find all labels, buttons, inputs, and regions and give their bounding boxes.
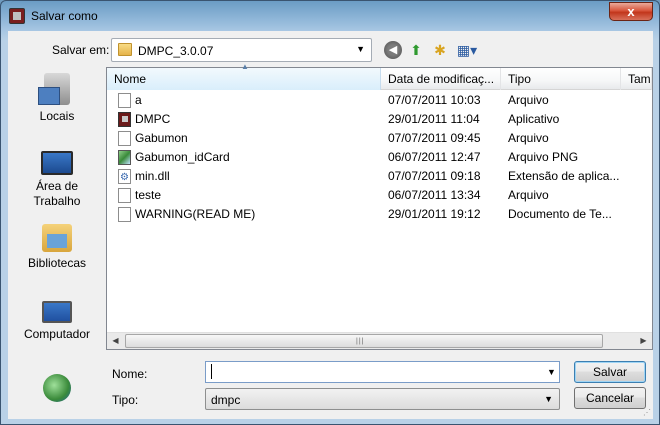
file-name: min.dll (135, 169, 170, 183)
place-label: Bibliotecas (27, 256, 87, 270)
file-date: 07/07/2011 09:45 (388, 131, 481, 145)
scroll-right-icon[interactable]: ▶ (635, 333, 652, 349)
file-icon (118, 131, 131, 146)
filetype-label: Tipo: (112, 393, 139, 407)
lookin-label: Salvar em: (52, 43, 110, 57)
file-date: 29/01/2011 19:12 (388, 207, 481, 221)
new-folder-icon[interactable]: ✱ (431, 41, 449, 59)
place-label: Locais (39, 109, 75, 123)
filetype-select[interactable]: dmpc ▼ (205, 388, 560, 410)
file-type: Arquivo (508, 188, 549, 202)
application-icon (118, 112, 131, 127)
place-network[interactable] (8, 374, 106, 406)
file-row[interactable]: Gabumon 07/07/2011 09:45 Arquivo (107, 129, 652, 148)
column-header-date[interactable]: Data de modificaç... (381, 68, 501, 90)
place-computer[interactable]: Computador (8, 301, 106, 341)
file-row[interactable]: min.dll 07/07/2011 09:18 Extensão de apl… (107, 167, 652, 187)
horizontal-scrollbar[interactable]: ◀ ||| ▶ (107, 332, 652, 349)
file-icon (118, 93, 131, 108)
file-date: 07/07/2011 10:03 (388, 93, 481, 107)
place-recent[interactable]: Locais (8, 73, 106, 123)
file-row[interactable]: WARNING(READ ME) 29/01/2011 19:12 Docume… (107, 205, 652, 224)
column-header-name[interactable]: Nome (107, 68, 381, 90)
place-label: Computador (23, 327, 91, 341)
file-name: WARNING(READ ME) (135, 207, 256, 221)
save-as-dialog: Salvar como x Salvar em: DMPC_3.0.07 ▼ ◀… (0, 0, 660, 425)
file-type: Documento de Te... (508, 207, 612, 221)
lookin-combo[interactable]: DMPC_3.0.07 ▼ (111, 38, 372, 62)
chevron-down-icon[interactable]: ▼ (544, 394, 553, 404)
column-header-size[interactable]: Tam (621, 68, 652, 90)
file-date: 06/07/2011 13:34 (388, 188, 481, 202)
file-rows: a 07/07/2011 10:03 Arquivo DMPC 29/01/20… (107, 91, 652, 224)
file-date: 07/07/2011 09:18 (388, 169, 481, 183)
back-icon[interactable]: ◀ (384, 41, 402, 59)
up-folder-icon[interactable]: ⬆ (407, 41, 425, 59)
text-file-icon (118, 207, 131, 222)
file-type: Arquivo (508, 131, 549, 145)
filetype-value: dmpc (211, 393, 241, 407)
file-row[interactable]: teste 06/07/2011 13:34 Arquivo (107, 186, 652, 205)
file-type: Extensão de aplica... (508, 169, 620, 183)
close-button[interactable]: x (609, 2, 653, 21)
dialog-body: Salvar em: DMPC_3.0.07 ▼ ◀ ⬆ ✱ ▦▾ Locais… (8, 31, 653, 419)
file-list[interactable]: Nome ▲ Data de modificaç... Tipo Tam a 0… (106, 62, 653, 350)
dll-icon (118, 168, 131, 187)
scroll-left-icon[interactable]: ◀ (107, 333, 124, 349)
file-name: Gabumon_idCard (135, 150, 230, 164)
file-date: 06/07/2011 12:47 (388, 150, 481, 164)
file-name: Gabumon (135, 131, 188, 145)
title-bar[interactable]: Salvar como x (1, 1, 659, 31)
file-row[interactable]: a 07/07/2011 10:03 Arquivo (107, 91, 652, 110)
place-libraries[interactable]: Bibliotecas (8, 224, 106, 270)
column-header-row: Nome ▲ Data de modificaç... Tipo Tam (107, 62, 652, 90)
save-button[interactable]: Salvar (574, 361, 646, 383)
view-menu-icon[interactable]: ▦▾ (454, 41, 480, 59)
app-icon (9, 8, 25, 24)
file-name: DMPC (135, 112, 171, 126)
file-icon (118, 188, 131, 203)
computer-icon (42, 301, 72, 323)
filename-input[interactable] (205, 361, 560, 383)
place-label: Área de Trabalho (33, 179, 81, 208)
desktop-icon (41, 151, 73, 175)
column-header-type[interactable]: Tipo (501, 68, 621, 90)
recent-places-icon (38, 73, 70, 105)
file-type: Arquivo PNG (508, 150, 579, 164)
chevron-down-icon[interactable]: ▼ (356, 44, 365, 54)
cancel-button[interactable]: Cancelar (574, 387, 646, 409)
places-bar: Locais Área de Trabalho Bibliotecas Comp… (8, 71, 106, 419)
file-name: a (135, 93, 142, 107)
chevron-down-icon[interactable]: ▼ (547, 367, 556, 377)
file-date: 29/01/2011 11:04 (388, 112, 480, 126)
lookin-value: DMPC_3.0.07 (138, 44, 214, 58)
place-desktop[interactable]: Área de Trabalho (8, 151, 106, 209)
image-icon (118, 150, 131, 165)
file-row[interactable]: Gabumon_idCard 06/07/2011 12:47 Arquivo … (107, 148, 652, 167)
text-caret (211, 364, 212, 379)
file-name: teste (135, 188, 162, 202)
resize-grip-icon[interactable]: ⋰ (643, 408, 651, 417)
file-type: Aplicativo (508, 112, 560, 126)
filename-label: Nome: (112, 367, 148, 381)
sort-ascending-icon: ▲ (241, 62, 249, 71)
folder-icon (118, 43, 132, 56)
grip-icon: ||| (356, 338, 365, 345)
libraries-icon (42, 224, 72, 252)
scrollbar-thumb[interactable]: ||| (125, 334, 603, 348)
window-title: Salvar como (31, 9, 98, 23)
file-row[interactable]: DMPC 29/01/2011 11:04 Aplicativo (107, 110, 652, 129)
file-type: Arquivo (508, 93, 549, 107)
network-icon (43, 374, 71, 402)
